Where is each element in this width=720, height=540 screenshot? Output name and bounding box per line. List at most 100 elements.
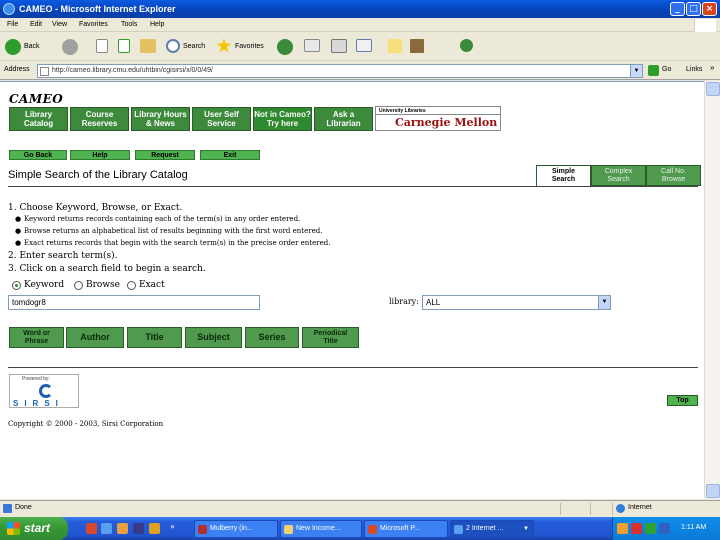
search-icon[interactable] [166,39,180,53]
window-title-bar[interactable]: CAMEO - Microsoft Internet Explorer _ □ … [0,0,720,18]
tab-complex-search-label: Complex Search [604,168,633,183]
quicklaunch-icon[interactable] [117,523,128,534]
messenger-icon[interactable] [460,39,473,52]
globe-icon [616,504,625,513]
tab-simple-search[interactable]: Simple Search [536,165,591,186]
periodical-title-button[interactable]: Periodical Title [302,327,359,348]
mail-icon[interactable] [304,39,320,52]
system-tray: 1:11 AM [612,517,720,540]
menu-view[interactable]: View [52,21,67,28]
page-content [0,81,720,499]
ie-quicklaunch-icon[interactable] [101,523,112,534]
taskbar-item[interactable]: 2 Internet ... ▼ [450,520,534,538]
search-button-label[interactable]: Search [183,43,205,50]
print-icon[interactable] [331,39,347,53]
go-back-button[interactable]: Go Back [9,150,67,160]
chevron-right-icon[interactable]: » [710,63,714,72]
vertical-scrollbar[interactable] [704,81,720,499]
carnegie-mellon-logo[interactable]: University Libraries Carnegie Mellon [375,106,501,131]
title-button[interactable]: Title [127,327,182,348]
tab-simple-search-label: Simple Search [551,168,576,183]
quicklaunch-icon[interactable] [133,523,144,534]
taskbar-item-label: Mulberry (in... [210,525,253,532]
edit-icon[interactable] [356,39,372,52]
menu-tools[interactable]: Tools [121,21,137,28]
status-separator [590,503,591,515]
sirsi-logo: Powered by: SIRSI [9,374,79,408]
nav-library-hours[interactable]: Library Hours & News [131,107,190,131]
tray-icon[interactable] [645,523,656,534]
refresh-icon[interactable] [118,39,130,53]
browse-radio-label: Browse [86,280,120,290]
exact-radio[interactable] [127,281,136,290]
help-button[interactable]: Help [70,150,130,160]
tray-icon[interactable] [631,523,642,534]
word-or-phrase-label: Word or Phrase [23,330,50,345]
clock[interactable]: 1:11 AM [681,524,706,531]
subject-button[interactable]: Subject [185,327,242,348]
keyword-radio[interactable] [12,281,21,290]
nav-not-in-cameo[interactable]: Not in Cameo? Try here [253,107,312,131]
address-field[interactable]: http://cameo.library.cmu.edu/uhtbin/cgis… [37,64,643,78]
tab-call-no-browse[interactable]: Call No. Browse [646,165,701,186]
taskbar-item[interactable]: New Income... [280,520,362,538]
menu-file[interactable]: File [7,21,18,28]
tab-complex-search[interactable]: Complex Search [591,165,646,186]
scroll-down-button[interactable] [706,484,720,498]
nav-ask-a-librarian[interactable]: Ask a Librarian [314,107,373,131]
powerpoint-icon [368,525,377,534]
go-arrow-icon[interactable] [648,65,659,76]
scroll-up-button[interactable] [706,82,720,96]
back-icon[interactable] [5,39,21,55]
tray-icon[interactable] [617,523,628,534]
research-icon[interactable] [410,39,424,53]
nav-course-reserves[interactable]: Course Reserves [70,107,129,131]
close-button[interactable]: × [702,2,717,16]
menu-favorites[interactable]: Favorites [79,21,108,28]
quicklaunch-icon[interactable] [86,523,97,534]
forward-icon[interactable] [62,39,78,55]
minimize-button[interactable]: _ [670,2,685,16]
stop-icon[interactable] [96,39,108,53]
favorites-button-label[interactable]: Favorites [235,43,264,50]
taskbar-item[interactable]: Microsoft P... [364,520,448,538]
cameo-logo: CAMEO [9,92,64,106]
request-button[interactable]: Request [135,150,195,160]
top-button[interactable]: Top [667,395,698,406]
discuss-icon[interactable] [388,39,402,53]
go-button[interactable]: Go [662,66,671,73]
toolbar: Back Search Favorites [0,33,720,61]
author-button[interactable]: Author [66,327,124,348]
library-selected-value: ALL [426,298,441,307]
status-bar: Done Internet [0,500,720,516]
exit-button[interactable]: Exit [200,150,260,160]
tray-icon[interactable] [659,523,670,534]
favorites-icon[interactable] [216,38,232,53]
history-icon[interactable] [277,39,293,55]
menu-help[interactable]: Help [150,21,164,28]
status-separator [612,503,613,515]
address-dropdown-button[interactable]: ▼ [630,65,642,77]
nav-library-catalog[interactable]: Library Catalog [9,107,68,131]
instruction-step-2: 2. Enter search term(s). [8,251,118,261]
start-button[interactable]: start [0,517,68,540]
menu-edit[interactable]: Edit [30,21,42,28]
maximize-button[interactable]: □ [686,2,701,16]
address-url[interactable]: http://cameo.library.cmu.edu/uhtbin/cgis… [52,67,213,74]
links-label[interactable]: Links [686,66,702,73]
divider [8,367,698,368]
word-or-phrase-button[interactable]: Word or Phrase [9,327,64,348]
home-icon[interactable] [140,39,156,53]
browse-radio[interactable] [74,281,83,290]
chevron-down-icon[interactable]: ▼ [598,296,610,309]
back-button-label[interactable]: Back [24,43,40,50]
taskbar-item[interactable]: Mulberry (in... [194,520,278,538]
nav-user-self-service[interactable]: User Self Service [192,107,251,131]
search-input[interactable]: tomdogr8 [8,295,260,310]
instruction-step-3: 3. Click on a search field to begin a se… [8,264,206,274]
chevron-right-icon[interactable]: » [170,522,175,531]
quicklaunch-icon[interactable] [149,523,160,534]
library-select[interactable]: ALL ▼ [422,295,611,310]
series-button[interactable]: Series [245,327,299,348]
keyword-radio-label: Keyword [24,280,65,290]
